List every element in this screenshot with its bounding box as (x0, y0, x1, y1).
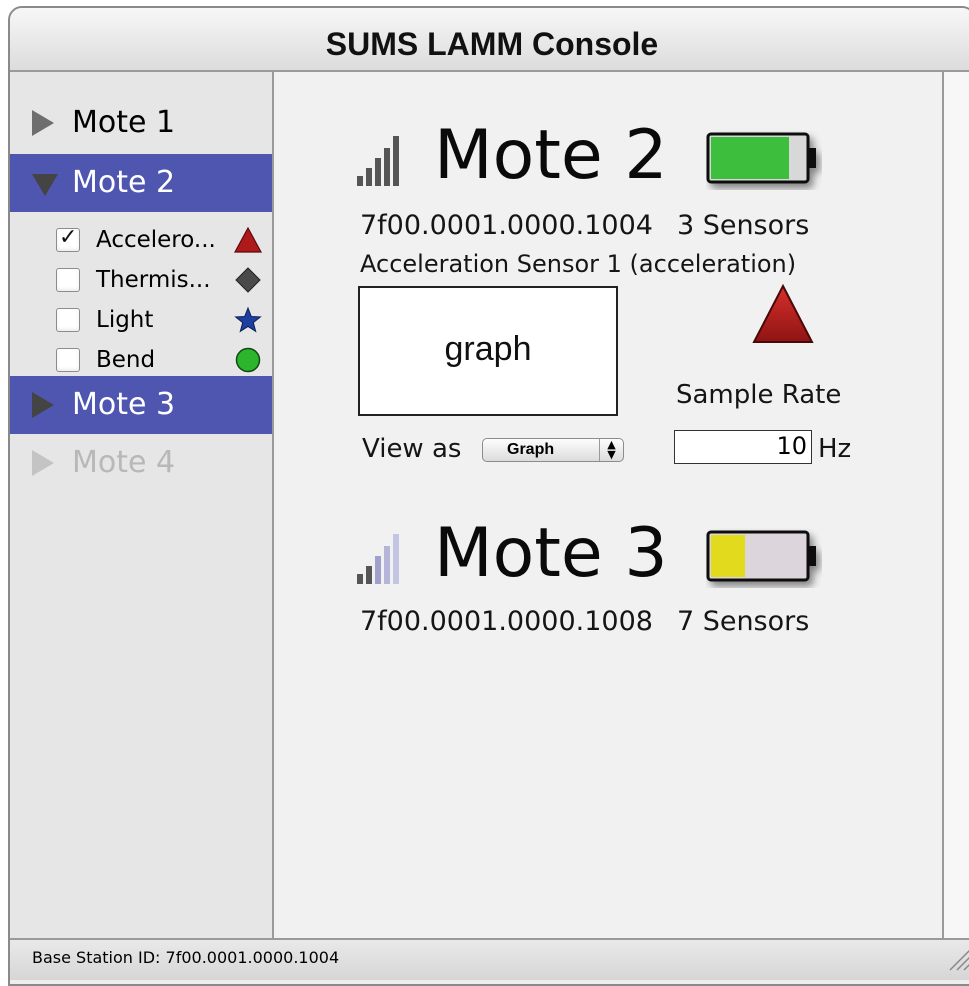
sensor-label: Accelero... (96, 227, 216, 253)
vertical-scrollbar[interactable] (944, 72, 969, 940)
disclosure-triangle-icon[interactable] (32, 450, 54, 476)
sensor-item-bend[interactable]: Bend (10, 340, 272, 380)
sidebar-item-label: Mote 1 (72, 105, 176, 140)
sample-rate-label: Sample Rate (676, 380, 842, 410)
signal-strength-icon (357, 534, 399, 584)
sensor-title: Acceleration Sensor 1 (acceleration) (360, 250, 797, 278)
sensor-label: Thermis... (96, 267, 211, 293)
sensor-item-thermistor[interactable]: Thermis... (10, 260, 272, 300)
sensor-item-accelerometer[interactable]: ✓ Accelero... (10, 220, 272, 260)
select-arrows-icon: ▲ ▼ (599, 439, 623, 461)
sidebar-item-label: Mote 4 (72, 445, 176, 480)
mote-2-meta: 7f00.0001.0000.1004 3 Sensors (360, 210, 809, 241)
sample-rate-unit: Hz (818, 434, 852, 464)
sidebar-item-mote-2[interactable]: Mote 2 (10, 154, 272, 212)
sidebar-item-label: Mote 3 (72, 387, 176, 422)
mote-sidebar: Mote 1 Mote 2 ✓ Accelero... Thermis... L… (10, 72, 274, 940)
app-window: SUMS LAMM Console Mote 1 Mote 2 ✓ Accele… (8, 6, 969, 986)
sidebar-item-mote-3[interactable]: Mote 3 (10, 376, 272, 434)
mote-3-meta: 7f00.0001.0000.1008 7 Sensors (360, 606, 809, 637)
base-station-id: Base Station ID: 7f00.0001.0000.1004 (32, 948, 340, 967)
sensor-label: Bend (96, 347, 156, 373)
mote-detail-panel: Mote 2 7f00.0001.0000.1004 3 Sensors Acce… (274, 72, 944, 940)
disclosure-triangle-icon[interactable] (32, 110, 54, 136)
mote-3-title: Mote 3 (434, 514, 668, 593)
sensor-count: 7 Sensors (676, 606, 810, 637)
sample-rate-input[interactable]: 10 (674, 430, 812, 464)
status-bar: Base Station ID: 7f00.0001.0000.1004 (10, 938, 969, 980)
sensor-count: 3 Sensors (676, 210, 810, 241)
sensor-checkbox[interactable]: ✓ (56, 225, 80, 252)
checkmark-icon: ✓ (59, 225, 78, 250)
mote-2-title: Mote 2 (434, 116, 668, 195)
blue-star-icon (234, 306, 262, 333)
gray-diamond-icon (235, 267, 261, 293)
sensor-label: Light (96, 307, 154, 333)
red-triangle-icon (752, 284, 814, 343)
view-as-label: View as (362, 434, 462, 464)
green-circle-icon (235, 347, 261, 373)
sensor-item-light[interactable]: Light (10, 300, 272, 340)
mote-id: 7f00.0001.0000.1008 (360, 606, 653, 637)
sidebar-item-mote-1[interactable]: Mote 1 (10, 94, 272, 152)
red-triangle-icon (234, 226, 262, 253)
mote-id: 7f00.0001.0000.1004 (360, 210, 653, 241)
sensor-graph[interactable]: graph (358, 286, 618, 416)
signal-strength-icon (357, 136, 399, 186)
sensor-checkbox[interactable] (56, 268, 80, 292)
sidebar-item-mote-4[interactable]: Mote 4 (10, 434, 272, 492)
disclosure-triangle-icon[interactable] (32, 174, 58, 196)
battery-full-icon (706, 132, 816, 184)
window-title: SUMS LAMM Console (325, 26, 659, 62)
battery-low-icon (706, 530, 816, 582)
view-as-select[interactable]: Graph ▲ ▼ (482, 438, 624, 462)
sensor-checkbox[interactable] (56, 308, 80, 332)
sensor-checkbox[interactable] (56, 348, 80, 372)
graph-placeholder-label: graph (444, 330, 532, 368)
sidebar-item-label: Mote 2 (72, 165, 176, 200)
view-as-value: Graph (507, 441, 555, 458)
disclosure-triangle-icon[interactable] (32, 392, 54, 418)
title-bar[interactable]: SUMS LAMM Console (10, 8, 969, 72)
